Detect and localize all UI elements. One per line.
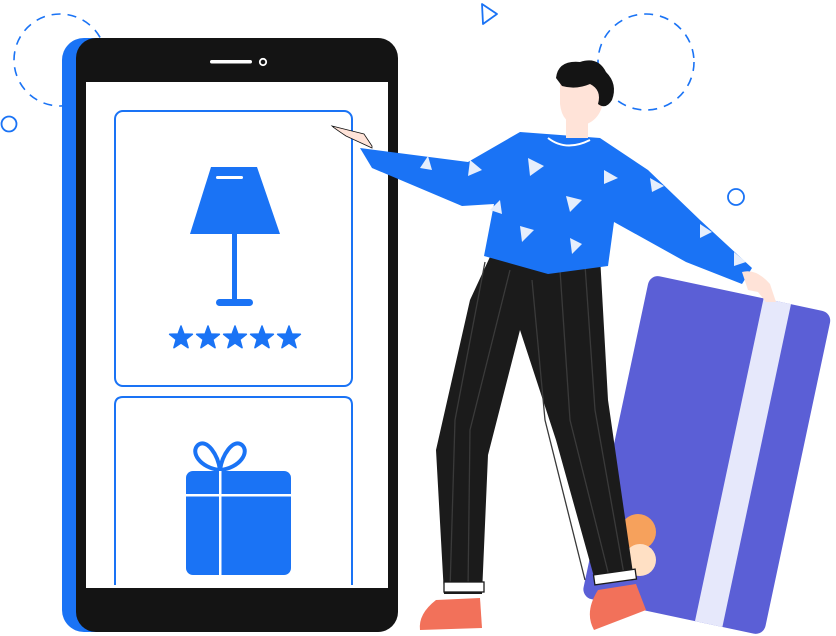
pants [436, 246, 638, 594]
smartphone [62, 38, 398, 632]
triangle-outline [481, 3, 498, 25]
product-card-gift[interactable] [114, 396, 353, 585]
head [556, 60, 614, 138]
right-shoe [589, 584, 646, 630]
speaker-slot-icon [210, 60, 252, 64]
small-ring-right [727, 188, 745, 206]
illustration-scene [0, 0, 836, 636]
product-card-lamp[interactable] [114, 110, 353, 387]
illustration-svg [0, 3, 831, 634]
sweater [360, 132, 752, 284]
small-ring-left [0, 115, 18, 133]
left-shoe [419, 598, 482, 630]
